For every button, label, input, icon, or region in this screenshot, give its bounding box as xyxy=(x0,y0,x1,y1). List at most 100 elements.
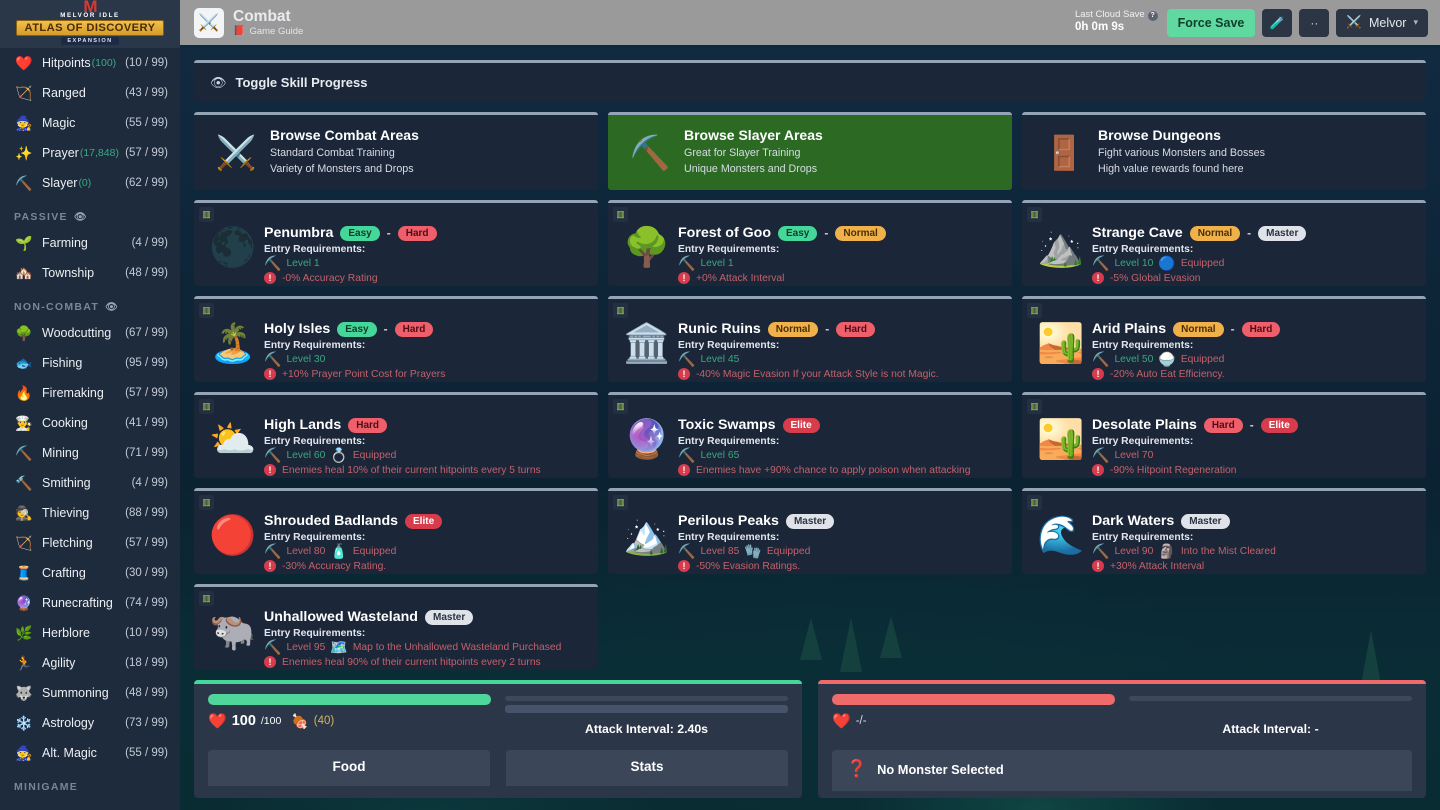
combat-area-card-perilous-peaks[interactable]: ▥🏔️Perilous PeaksMasterEntry Requirement… xyxy=(608,488,1012,574)
sidebar-item-fishing[interactable]: 🐟Fishing(95 / 99) xyxy=(0,348,180,378)
stats-button[interactable]: Stats xyxy=(506,750,788,786)
force-save-button[interactable]: Force Save xyxy=(1167,9,1256,37)
requirement-icon: ⛏️ xyxy=(264,352,281,366)
entry-requirements-label: Entry Requirements: xyxy=(1092,244,1416,255)
requirement-label: Equipped xyxy=(767,546,811,557)
user-menu-button[interactable]: ⚔️ Melvor ▾ xyxy=(1336,9,1428,37)
browse-card-browse-combat-areas[interactable]: ⚔️Browse Combat AreasStandard Combat Tra… xyxy=(194,112,598,190)
requirement-label: Level 95 xyxy=(286,642,325,653)
combat-area-card-high-lands[interactable]: ▥⛅High LandsHardEntry Requirements:⛏️Lev… xyxy=(194,392,598,478)
game-logo[interactable]: M MELVOR IDLE ATLAS OF DISCOVERY EXPANSI… xyxy=(0,0,180,48)
combat-area-card-toxic-swamps[interactable]: ▥🔮Toxic SwampsEliteEntry Requirements:⛏️… xyxy=(608,392,1012,478)
sidebar-item-label: Agility xyxy=(42,656,75,670)
food-button[interactable]: Food xyxy=(208,750,490,786)
requirement-icon: ⛏️ xyxy=(264,640,281,654)
sidebar-item-alt-magic[interactable]: 🧙Alt. Magic(55 / 99) xyxy=(0,738,180,768)
difficulty-badge: Easy xyxy=(778,226,817,241)
sidebar-item-slayer[interactable]: ⛏️Slayer(0)(62 / 99) xyxy=(0,168,180,198)
combat-area-card-holy-isles[interactable]: ▥🏝️Holy IslesEasy-HardEntry Requirements… xyxy=(194,296,598,382)
combat-area-card-dark-waters[interactable]: ▥🌊Dark WatersMasterEntry Requirements:⛏️… xyxy=(1022,488,1426,574)
player-food-count: (40) xyxy=(314,715,334,727)
sidebar-item-summoning[interactable]: 🐺Summoning(48 / 99) xyxy=(0,678,180,708)
sidebar-item-runecrafting[interactable]: 🔮Runecrafting(74 / 99) xyxy=(0,588,180,618)
area-modifier-text: -40% Magic Evasion If your Attack Style … xyxy=(696,369,939,380)
badge-separator: - xyxy=(1231,322,1235,336)
browse-card-title: Browse Slayer Areas xyxy=(684,127,823,143)
sidebar-noncombat-skills: 🌳Woodcutting(67 / 99)🐟Fishing(95 / 99)🔥F… xyxy=(0,318,180,768)
browse-card-line1: Fight various Monsters and Bosses xyxy=(1098,146,1265,162)
user-name-label: Melvor xyxy=(1369,16,1407,30)
mastery-icon: ▥ xyxy=(613,495,628,510)
sidebar-item-level: (10 / 99) xyxy=(125,57,168,69)
entry-requirement: 🔵Equipped xyxy=(1158,256,1224,270)
area-icon: 🌊 xyxy=(1030,503,1092,568)
hitpoints-icon: ❤️ xyxy=(14,56,34,70)
browse-card-browse-dungeons[interactable]: 🚪Browse DungeonsFight various Monsters a… xyxy=(1022,112,1426,190)
game-guide-link[interactable]: 📕 Game Guide xyxy=(233,26,303,37)
browse-card-browse-slayer-areas[interactable]: ⛏️Browse Slayer AreasGreat for Slayer Tr… xyxy=(608,112,1012,190)
difficulty-badge: Master xyxy=(1258,226,1306,241)
sidebar-item-farming[interactable]: 🌱Farming(4 / 99) xyxy=(0,228,180,258)
sidebar-item-prayer[interactable]: ✨Prayer(17,848)(57 / 99) xyxy=(0,138,180,168)
sidebar-item-astrology[interactable]: ❄️Astrology(73 / 99) xyxy=(0,708,180,738)
combat-area-card-forest-of-goo[interactable]: ▥🌳Forest of GooEasy-NormalEntry Requirem… xyxy=(608,200,1012,286)
mastery-icon: ▥ xyxy=(1027,207,1042,222)
sidebar-item-agility[interactable]: 🏃Agility(18 / 99) xyxy=(0,648,180,678)
sidebar-item-herblore[interactable]: 🌿Herblore(10 / 99) xyxy=(0,618,180,648)
requirement-label: Equipped xyxy=(1181,354,1225,365)
combat-area-card-strange-cave[interactable]: ▥⛰️Strange CaveNormal-MasterEntry Requir… xyxy=(1022,200,1426,286)
combat-area-card-runic-ruins[interactable]: ▥🏛️Runic RuinsNormal-HardEntry Requireme… xyxy=(608,296,1012,382)
sidebar-item-cooking[interactable]: 👨‍🍳Cooking(41 / 99) xyxy=(0,408,180,438)
sidebar-item-township[interactable]: 🏘️Township(48 / 99) xyxy=(0,258,180,288)
mastery-icon: ▥ xyxy=(199,399,214,414)
sidebar-item-smithing[interactable]: 🔨Smithing(4 / 99) xyxy=(0,468,180,498)
area-title: Arid Plains xyxy=(1092,321,1166,337)
agility-icon: 🏃 xyxy=(14,656,34,670)
difficulty-badge: Normal xyxy=(1190,226,1240,241)
combat-area-card-shrouded-badlands[interactable]: ▥🔴Shrouded BadlandsEliteEntry Requiremen… xyxy=(194,488,598,574)
sidebar-item-sublabel: (100) xyxy=(92,57,117,69)
entry-requirements-label: Entry Requirements: xyxy=(678,436,1002,447)
cloud-save-status: Last Cloud Save ? 0h 0m 9s xyxy=(1075,10,1158,34)
sidebar-item-level: (55 / 99) xyxy=(125,117,168,129)
area-title: Desolate Plains xyxy=(1092,417,1197,433)
browse-card-line2: Unique Monsters and Drops xyxy=(684,162,823,178)
help-icon[interactable]: ? xyxy=(1148,11,1158,21)
browse-card-line2: Variety of Monsters and Drops xyxy=(270,162,419,178)
fishing-icon: 🐟 xyxy=(14,356,34,370)
potion-icon-button[interactable]: 🧪 xyxy=(1262,9,1292,37)
toggle-skill-progress-button[interactable]: 👁 Toggle Skill Progress xyxy=(194,60,1426,102)
smithing-icon: 🔨 xyxy=(14,476,34,490)
sidebar-item-firemaking[interactable]: 🔥Firemaking(57 / 99) xyxy=(0,378,180,408)
sidebar-item-label: Runecrafting xyxy=(42,596,113,610)
food-icon: 🍖 xyxy=(291,713,308,730)
sidebar-item-label: Woodcutting xyxy=(42,326,111,340)
sidebar-item-woodcutting[interactable]: 🌳Woodcutting(67 / 99) xyxy=(0,318,180,348)
mask-icon-button[interactable]: ·· xyxy=(1299,9,1329,37)
combat-area-card-unhallowed-wasteland[interactable]: ▥🐃Unhallowed WastelandMasterEntry Requir… xyxy=(194,584,598,670)
sidebar-item-fletching[interactable]: 🏹Fletching(57 / 99) xyxy=(0,528,180,558)
eye-icon[interactable]: 👁 xyxy=(105,302,119,313)
area-title: Forest of Goo xyxy=(678,225,771,241)
player-combat-panel: ❤️ 100 /100 🍖 (40) Attack Interval: 2.40… xyxy=(194,680,802,798)
sidebar-item-ranged[interactable]: 🏹Ranged(43 / 99) xyxy=(0,78,180,108)
sidebar-item-crafting[interactable]: 🧵Crafting(30 / 99) xyxy=(0,558,180,588)
requirement-icon: ⛏️ xyxy=(678,544,695,558)
area-icon: 🔮 xyxy=(616,407,678,472)
entry-requirement: 💍Equipped xyxy=(330,448,396,462)
combat-area-card-penumbra[interactable]: ▥🌑PenumbraEasy-HardEntry Requirements:⛏️… xyxy=(194,200,598,286)
area-icon: 🏜️ xyxy=(1030,311,1092,376)
player-hp-fill xyxy=(208,694,491,705)
entry-requirement: ⛏️Level 65 xyxy=(678,448,739,462)
sidebar-item-thieving[interactable]: 🕵️Thieving(88 / 99) xyxy=(0,498,180,528)
requirement-label: Level 50 xyxy=(1114,354,1153,365)
area-icon: ⛰️ xyxy=(1030,215,1092,280)
combat-area-card-arid-plains[interactable]: ▥🏜️Arid PlainsNormal-HardEntry Requireme… xyxy=(1022,296,1426,382)
area-title: Penumbra xyxy=(264,225,333,241)
sidebar-item-magic[interactable]: 🧙Magic(55 / 99) xyxy=(0,108,180,138)
sidebar-item-mining[interactable]: ⛏️Mining(71 / 99) xyxy=(0,438,180,468)
selected-monster-bar[interactable]: ❓ No Monster Selected xyxy=(832,750,1412,791)
combat-area-card-desolate-plains[interactable]: ▥🏜️Desolate PlainsHard-EliteEntry Requir… xyxy=(1022,392,1426,478)
eye-icon[interactable]: 👁 xyxy=(74,212,88,223)
sidebar-item-hitpoints[interactable]: ❤️Hitpoints(100)(10 / 99) xyxy=(0,48,180,78)
